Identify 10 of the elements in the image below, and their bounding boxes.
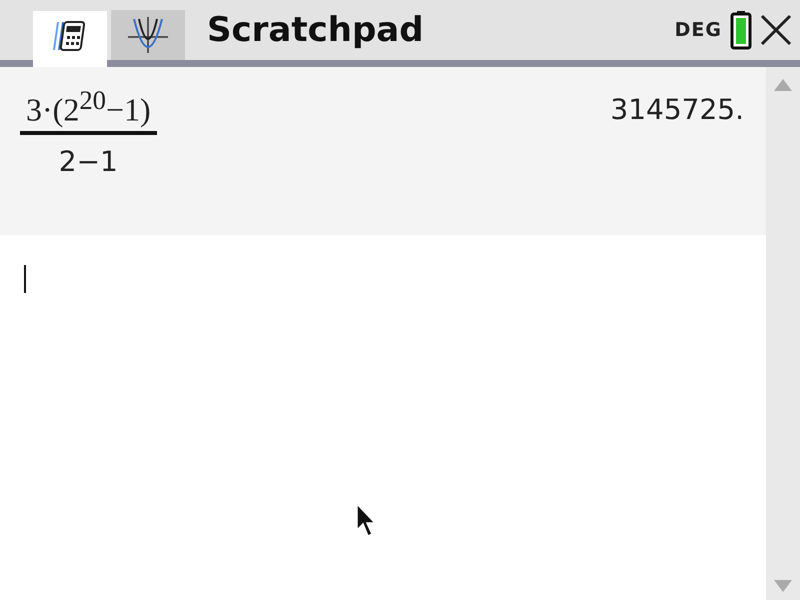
denominator: 2−1 [58,144,118,178]
document-title: Scratchpad [207,10,424,50]
angle-mode: DEG [674,19,722,41]
graph-icon [126,15,170,55]
numerator: 3·(2$^{20}$−1) [20,85,157,135]
result: 3145725. [610,93,744,128]
battery-icon [730,10,752,50]
app-tab[interactable] [111,10,185,60]
close-icon[interactable] [760,14,792,46]
app-tab[interactable] [33,11,107,67]
